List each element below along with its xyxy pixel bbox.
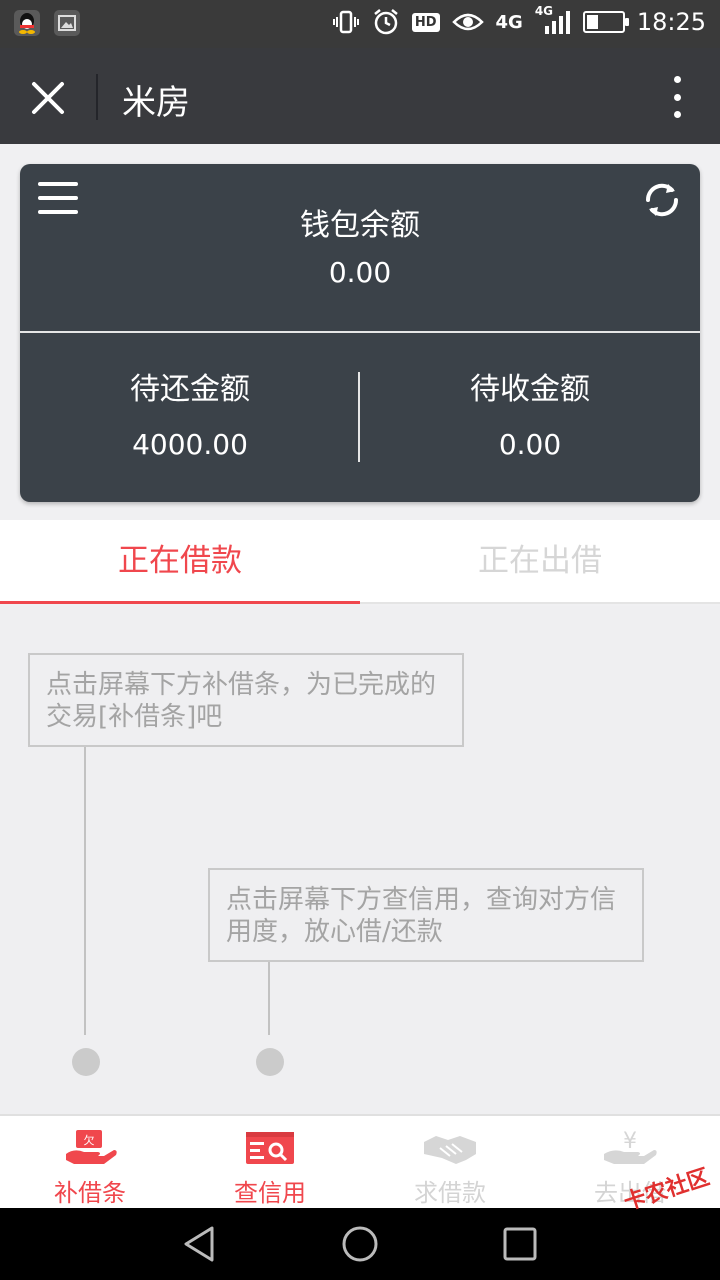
nav-label-credit: 查信用 xyxy=(234,1179,306,1207)
tab-borrowing[interactable]: 正在借款 xyxy=(0,520,360,604)
guide-connector-iou xyxy=(84,747,86,1035)
nav-item-credit[interactable]: 查信用 xyxy=(180,1116,360,1210)
svg-text:欠: 欠 xyxy=(84,1133,95,1147)
handshake-icon xyxy=(424,1136,476,1164)
status-bar: HD 4G 4G 18:25 xyxy=(0,0,720,48)
nav-label-request-loan: 求借款 xyxy=(414,1179,486,1207)
yen-hand-icon: ¥ xyxy=(604,1129,657,1164)
home-icon[interactable] xyxy=(340,1224,380,1264)
pending-repay-value: 4000.00 xyxy=(132,428,248,461)
nav-label-iou: 补借条 xyxy=(54,1179,126,1207)
network-4g-label: 4G xyxy=(495,11,523,33)
pending-repay-label: 待还金额 xyxy=(130,372,250,407)
tab-bar: 正在借款 正在出借 xyxy=(0,520,720,604)
guide-tip-credit: 点击屏幕下方查信用，查询对方信用度，放心借/还款 xyxy=(208,868,644,962)
eye-icon xyxy=(451,13,484,31)
vibrate-icon xyxy=(332,10,359,34)
alarm-icon xyxy=(374,9,398,35)
nav-item-request-loan[interactable]: 求借款 xyxy=(360,1116,540,1210)
pending-receive-value: 0.00 xyxy=(498,428,562,461)
status-time: 18:25 xyxy=(636,8,706,36)
card-divider xyxy=(20,331,700,333)
title-divider xyxy=(96,74,98,120)
iou-hand-icon: 欠 xyxy=(66,1130,117,1164)
hd-badge: HD xyxy=(411,12,440,32)
more-options-icon[interactable] xyxy=(670,76,684,118)
back-icon[interactable] xyxy=(180,1224,220,1264)
guide-connector-credit xyxy=(268,962,270,1035)
pending-receive-label: 待收金额 xyxy=(470,372,590,407)
wallet-balance-value: 0.00 xyxy=(328,256,392,289)
wallet-balance-label: 钱包余额 xyxy=(300,208,420,243)
nav-item-iou[interactable]: 欠 补借条 xyxy=(0,1116,180,1210)
battery-icon xyxy=(582,11,629,33)
guide-dot-credit xyxy=(256,1048,284,1076)
svg-text:¥: ¥ xyxy=(623,1129,637,1154)
recents-icon[interactable] xyxy=(500,1224,540,1264)
guide-tip-iou: 点击屏幕下方补借条，为已完成的交易[补借条]吧 xyxy=(28,653,464,747)
empty-guide-area: 点击屏幕下方补借条，为已完成的交易[补借条]吧 点击屏幕下方查信用，查询对方信用… xyxy=(0,606,720,1114)
pending-receive-section[interactable]: 待收金额 0.00 xyxy=(360,364,700,461)
guide-dot-iou xyxy=(72,1048,100,1076)
gallery-notification-icon xyxy=(54,10,80,36)
page-title: 米房 xyxy=(122,83,190,123)
signal-icon: 4G xyxy=(535,4,571,36)
close-icon[interactable] xyxy=(28,78,68,118)
qq-notification-icon xyxy=(14,10,40,36)
credit-search-icon xyxy=(246,1132,294,1164)
wallet-card: 钱包余额 0.00 待还金额 4000.00 待收金额 0.00 xyxy=(20,164,700,502)
bottom-nav: 欠 补借条 查信用 求借款 ¥ 去出借 xyxy=(0,1114,720,1208)
tab-lending[interactable]: 正在出借 xyxy=(360,520,720,604)
pending-repay-section[interactable]: 待还金额 4000.00 xyxy=(20,364,360,461)
system-nav-bar xyxy=(0,1208,720,1280)
title-bar: 米房 xyxy=(0,48,720,144)
